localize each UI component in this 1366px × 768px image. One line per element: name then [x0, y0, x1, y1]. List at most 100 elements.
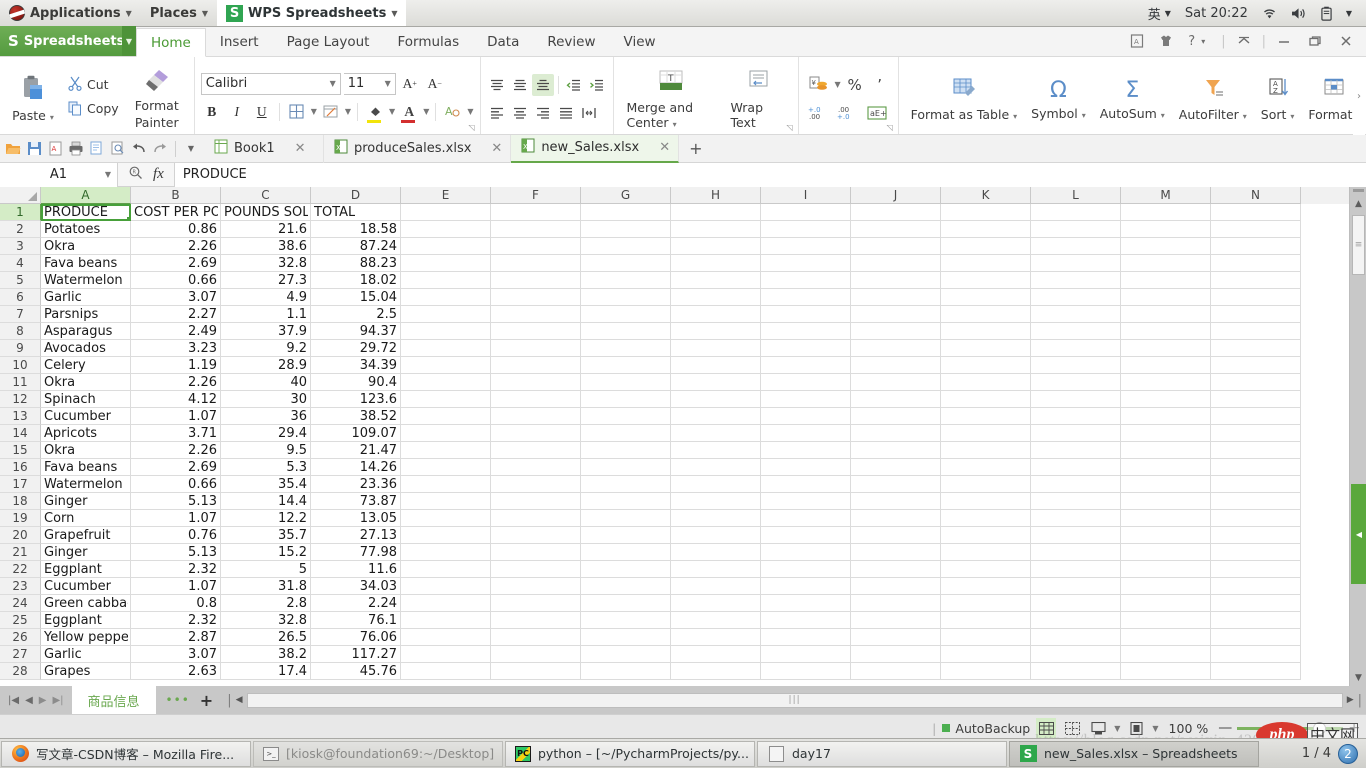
- add-sheet-button[interactable]: +: [200, 691, 213, 710]
- scroll-right-arrow-icon[interactable]: ▶: [1347, 695, 1354, 705]
- cell-J19[interactable]: [851, 510, 941, 527]
- cell-B24[interactable]: 0.8: [131, 595, 221, 612]
- cell-K1[interactable]: [941, 204, 1031, 221]
- cell-M17[interactable]: [1121, 476, 1211, 493]
- align-top-button[interactable]: [486, 74, 508, 96]
- collapse-ribbon-icon[interactable]: [1230, 34, 1258, 48]
- cell-C28[interactable]: 17.4: [221, 663, 311, 680]
- cell-L22[interactable]: [1031, 561, 1121, 578]
- cell-J14[interactable]: [851, 425, 941, 442]
- cell-I7[interactable]: [761, 306, 851, 323]
- cell-G14[interactable]: [581, 425, 671, 442]
- cell-H7[interactable]: [671, 306, 761, 323]
- undo-icon[interactable]: [129, 138, 149, 160]
- cell-D6[interactable]: 15.04: [311, 289, 401, 306]
- cell-E21[interactable]: [401, 544, 491, 561]
- cell-J12[interactable]: [851, 391, 941, 408]
- comma-style-button[interactable]: ’: [869, 74, 891, 96]
- cell-C27[interactable]: 38.2: [221, 646, 311, 663]
- cell-M1[interactable]: [1121, 204, 1211, 221]
- align-center-button[interactable]: [509, 102, 531, 124]
- cell-G18[interactable]: [581, 493, 671, 510]
- cell-A6[interactable]: Garlic: [41, 289, 131, 306]
- row-header-16[interactable]: 16: [0, 459, 41, 476]
- cell-H2[interactable]: [671, 221, 761, 238]
- cell-C22[interactable]: 5: [221, 561, 311, 578]
- cell-F24[interactable]: [491, 595, 581, 612]
- cell-M20[interactable]: [1121, 527, 1211, 544]
- wps-brand-caret[interactable]: ▼: [122, 26, 136, 56]
- cell-C5[interactable]: 27.3: [221, 272, 311, 289]
- cell-M21[interactable]: [1121, 544, 1211, 561]
- formula-input[interactable]: PRODUCE: [173, 162, 1366, 187]
- cell-F28[interactable]: [491, 663, 581, 680]
- sort-button[interactable]: A Z Sort ▾: [1254, 71, 1302, 122]
- percent-style-button[interactable]: %: [844, 74, 866, 96]
- cell-A3[interactable]: Okra: [41, 238, 131, 255]
- cell-F7[interactable]: [491, 306, 581, 323]
- cell-I1[interactable]: [761, 204, 851, 221]
- cell-B3[interactable]: 2.26: [131, 238, 221, 255]
- cell-K13[interactable]: [941, 408, 1031, 425]
- system-menu-caret[interactable]: ▼: [1340, 9, 1358, 18]
- cell-A17[interactable]: Watermelon: [41, 476, 131, 493]
- cell-B23[interactable]: 1.07: [131, 578, 221, 595]
- cell-L13[interactable]: [1031, 408, 1121, 425]
- cell-H20[interactable]: [671, 527, 761, 544]
- format-as-table-button[interactable]: Format as Table ▾: [904, 71, 1025, 122]
- cell-G9[interactable]: [581, 340, 671, 357]
- close-icon[interactable]: ✕: [295, 141, 306, 156]
- cell-H27[interactable]: [671, 646, 761, 663]
- wps-brand-button[interactable]: S Spreadsheets: [0, 26, 124, 56]
- cell-G16[interactable]: [581, 459, 671, 476]
- document-tab-new-sales[interactable]: X new_Sales.xlsx ✕: [511, 134, 680, 163]
- cell-B27[interactable]: 3.07: [131, 646, 221, 663]
- symbol-button[interactable]: Ω Symbol ▾: [1024, 73, 1093, 121]
- wrap-text-button[interactable]: Wrap Text: [723, 63, 793, 130]
- shirt-icon[interactable]: [1153, 34, 1179, 48]
- cell-L15[interactable]: [1031, 442, 1121, 459]
- cell-K16[interactable]: [941, 459, 1031, 476]
- cell-B18[interactable]: 5.13: [131, 493, 221, 510]
- horizontal-scrollbar[interactable]: | ◀ ||| ▶ |: [223, 686, 1366, 714]
- cell-H6[interactable]: [671, 289, 761, 306]
- print-icon[interactable]: [66, 138, 86, 160]
- cell-D18[interactable]: 73.87: [311, 493, 401, 510]
- chevron-down-icon[interactable]: ▼: [1152, 724, 1158, 733]
- cell-M22[interactable]: [1121, 561, 1211, 578]
- column-header-e[interactable]: E: [401, 187, 491, 204]
- input-method-indicator[interactable]: 英 ▼: [1142, 4, 1177, 23]
- cell-K2[interactable]: [941, 221, 1031, 238]
- sheet-tab-active[interactable]: 商品信息: [71, 686, 156, 714]
- restore-icon[interactable]: [1301, 34, 1329, 48]
- chevron-down-icon[interactable]: ▼: [389, 107, 395, 116]
- cell-H23[interactable]: [671, 578, 761, 595]
- cell-C15[interactable]: 9.5: [221, 442, 311, 459]
- cell-B6[interactable]: 3.07: [131, 289, 221, 306]
- cell-D25[interactable]: 76.1: [311, 612, 401, 629]
- cell-H3[interactable]: [671, 238, 761, 255]
- cell-J6[interactable]: [851, 289, 941, 306]
- cell-J21[interactable]: [851, 544, 941, 561]
- font-size-input[interactable]: 11 ▼: [343, 72, 396, 95]
- cell-N1[interactable]: [1211, 204, 1301, 221]
- document-tab-producesales[interactable]: X produceSales.xlsx ✕: [324, 134, 512, 163]
- fill-color-button[interactable]: [364, 101, 386, 123]
- cell-G11[interactable]: [581, 374, 671, 391]
- cell-J13[interactable]: [851, 408, 941, 425]
- split-handle[interactable]: [1353, 189, 1364, 192]
- cell-M16[interactable]: [1121, 459, 1211, 476]
- cell-G12[interactable]: [581, 391, 671, 408]
- cell-I17[interactable]: [761, 476, 851, 493]
- grow-font-button[interactable]: A +: [399, 73, 421, 95]
- cell-A15[interactable]: Okra: [41, 442, 131, 459]
- cell-I13[interactable]: [761, 408, 851, 425]
- cell-F23[interactable]: [491, 578, 581, 595]
- cell-J3[interactable]: [851, 238, 941, 255]
- cell-J1[interactable]: [851, 204, 941, 221]
- alignment-dialog-launcher[interactable]: ◹: [787, 124, 795, 132]
- cell-K19[interactable]: [941, 510, 1031, 527]
- close-icon[interactable]: ✕: [659, 140, 670, 155]
- normal-view-icon[interactable]: [1036, 718, 1057, 738]
- cell-I5[interactable]: [761, 272, 851, 289]
